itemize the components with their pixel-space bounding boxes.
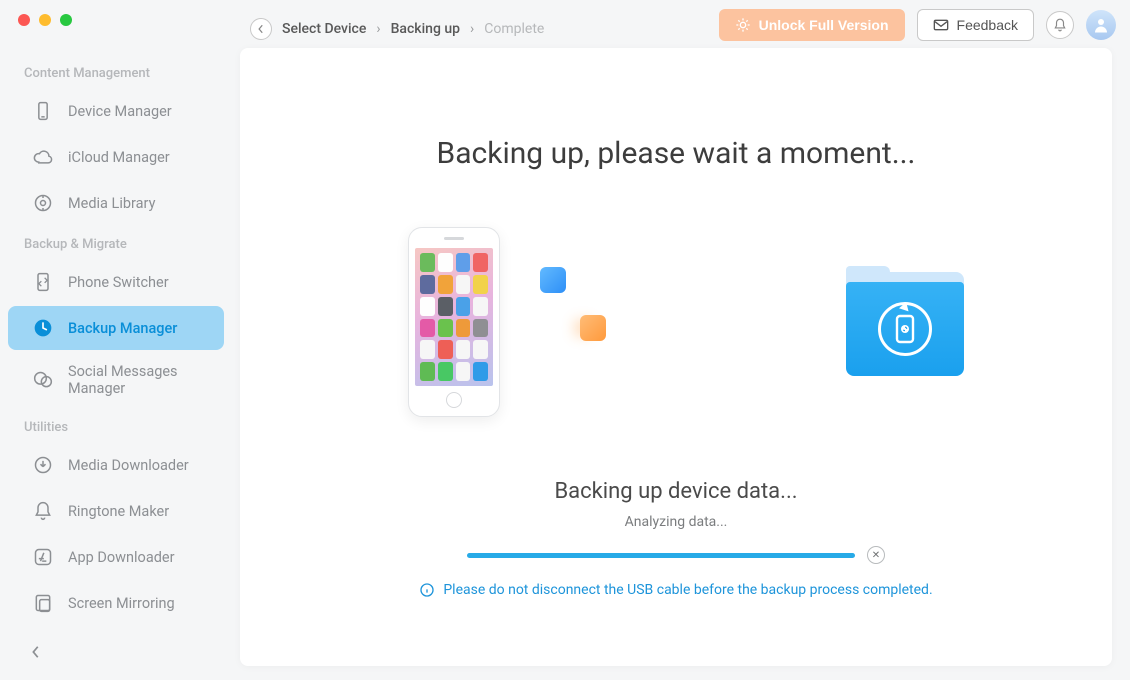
- breadcrumb-step-1[interactable]: Select Device: [282, 21, 366, 37]
- status-subtext: Analyzing data...: [625, 514, 728, 530]
- sidebar-item-app-downloader[interactable]: App Downloader: [8, 535, 224, 579]
- chevron-right-icon: ›: [376, 21, 380, 37]
- warning-row: Please do not disconnect the USB cable b…: [419, 582, 932, 598]
- sidebar-item-label: Screen Mirroring: [68, 595, 175, 612]
- content-area: Backing up, please wait a moment...: [240, 48, 1112, 666]
- zoom-window-button[interactable]: [60, 14, 72, 26]
- unlock-label: Unlock Full Version: [759, 17, 889, 33]
- phone-illustration: [408, 227, 500, 417]
- device-icon: [32, 100, 54, 122]
- transfer-block-icon: [540, 267, 566, 293]
- phone-app-icon: [420, 253, 435, 272]
- mail-icon: [933, 18, 949, 32]
- sidebar-item-ringtone-maker[interactable]: Ringtone Maker: [8, 489, 224, 533]
- sidebar-item-device-manager[interactable]: Device Manager: [8, 89, 224, 133]
- breadcrumb-step-2: Backing up: [391, 21, 460, 37]
- sidebar-item-screen-mirroring[interactable]: Screen Mirroring: [8, 581, 224, 625]
- sidebar-item-label: Phone Switcher: [68, 274, 169, 291]
- phone-app-icon: [473, 275, 488, 294]
- backup-illustration: [280, 227, 1072, 417]
- phone-app-icon: [438, 319, 453, 338]
- app-window: Unlock Full Version Feedback Content Man…: [0, 0, 1130, 680]
- phone-app-icon: [456, 275, 471, 294]
- sidebar-item-media-downloader[interactable]: Media Downloader: [8, 443, 224, 487]
- sidebar-item-label: Media Downloader: [68, 457, 189, 474]
- phone-app-icon: [438, 253, 453, 272]
- switch-icon: [32, 271, 54, 293]
- sidebar-section-title: Utilities: [0, 410, 232, 441]
- phone-app-icon: [420, 319, 435, 338]
- bell-icon: [1053, 18, 1067, 32]
- sidebar-item-label: Media Library: [68, 195, 155, 212]
- phone-app-icon: [438, 340, 453, 359]
- phone-app-icon: [456, 340, 471, 359]
- phone-app-icon: [473, 297, 488, 316]
- phone-app-icon: [420, 297, 435, 316]
- progress-row: ✕: [467, 546, 885, 564]
- feedback-button[interactable]: Feedback: [917, 9, 1034, 41]
- sidebar-item-label: Device Manager: [68, 103, 172, 120]
- sparkle-icon: [735, 17, 751, 33]
- status-title: Backing up device data...: [554, 479, 797, 504]
- backup-folder-illustration: [846, 272, 964, 372]
- sidebar-item-phone-switcher[interactable]: Phone Switcher: [8, 260, 224, 304]
- sidebar-item-label: Ringtone Maker: [68, 503, 169, 520]
- phone-app-icon: [438, 297, 453, 316]
- phone-app-icon: [438, 362, 453, 381]
- sidebar-item-label: Backup Manager: [68, 320, 177, 337]
- sidebar-section-title: Backup & Migrate: [0, 227, 232, 258]
- main-panel: Select Device › Backing up › Complete Ba…: [240, 48, 1112, 666]
- sidebar-item-media-library[interactable]: Media Library: [8, 181, 224, 225]
- user-avatar[interactable]: [1086, 10, 1116, 40]
- page-title: Backing up, please wait a moment...: [437, 136, 916, 171]
- transfer-block-icon: [580, 315, 606, 341]
- mirror-icon: [32, 592, 54, 614]
- sidebar: Content Management Device Manager iCloud M…: [0, 48, 232, 680]
- phone-app-icon: [473, 253, 488, 272]
- restore-phone-icon: [878, 302, 932, 356]
- phone-app-icon: [456, 253, 471, 272]
- notifications-button[interactable]: [1046, 11, 1074, 39]
- disc-icon: [32, 192, 54, 214]
- phone-app-icon: [456, 319, 471, 338]
- warning-text: Please do not disconnect the USB cable b…: [443, 582, 932, 598]
- breadcrumb-step-3: Complete: [484, 21, 544, 37]
- backup-progress-bar: [467, 553, 855, 558]
- phone-app-icon: [420, 362, 435, 381]
- phone-app-icon: [456, 297, 471, 316]
- feedback-label: Feedback: [957, 17, 1018, 33]
- sidebar-back-button[interactable]: [22, 638, 50, 666]
- phone-app-icon: [473, 340, 488, 359]
- breadcrumb-back-button[interactable]: [250, 18, 272, 40]
- phone-app-icon: [438, 275, 453, 294]
- window-controls: [18, 14, 72, 26]
- breadcrumb: Select Device › Backing up › Complete: [250, 18, 544, 40]
- download-icon: [32, 454, 54, 476]
- info-icon: [419, 582, 435, 598]
- minimize-window-button[interactable]: [39, 14, 51, 26]
- bell-outline-icon: [32, 500, 54, 522]
- sidebar-item-icloud-manager[interactable]: iCloud Manager: [8, 135, 224, 179]
- chat-icon: [32, 369, 54, 391]
- phone-app-icon: [473, 362, 488, 381]
- close-window-button[interactable]: [18, 14, 30, 26]
- clock-icon: [32, 317, 54, 339]
- sidebar-item-social-messages[interactable]: Social Messages Manager: [8, 352, 224, 408]
- cloud-icon: [32, 146, 54, 168]
- phone-app-icon: [473, 319, 488, 338]
- sidebar-item-label: App Downloader: [68, 549, 175, 566]
- sidebar-item-label: iCloud Manager: [68, 149, 170, 166]
- sidebar-item-backup-manager[interactable]: Backup Manager: [8, 306, 224, 350]
- phone-app-icon: [420, 340, 435, 359]
- sidebar-section-title: Content Management: [0, 56, 232, 87]
- phone-app-icon: [420, 275, 435, 294]
- phone-app-icon: [456, 362, 471, 381]
- unlock-full-version-button[interactable]: Unlock Full Version: [719, 9, 905, 41]
- appstore-icon: [32, 546, 54, 568]
- chevron-right-icon: ›: [470, 21, 474, 37]
- cancel-backup-button[interactable]: ✕: [867, 546, 885, 564]
- sidebar-item-label: Social Messages Manager: [68, 363, 200, 397]
- top-toolbar: Unlock Full Version Feedback: [719, 9, 1116, 41]
